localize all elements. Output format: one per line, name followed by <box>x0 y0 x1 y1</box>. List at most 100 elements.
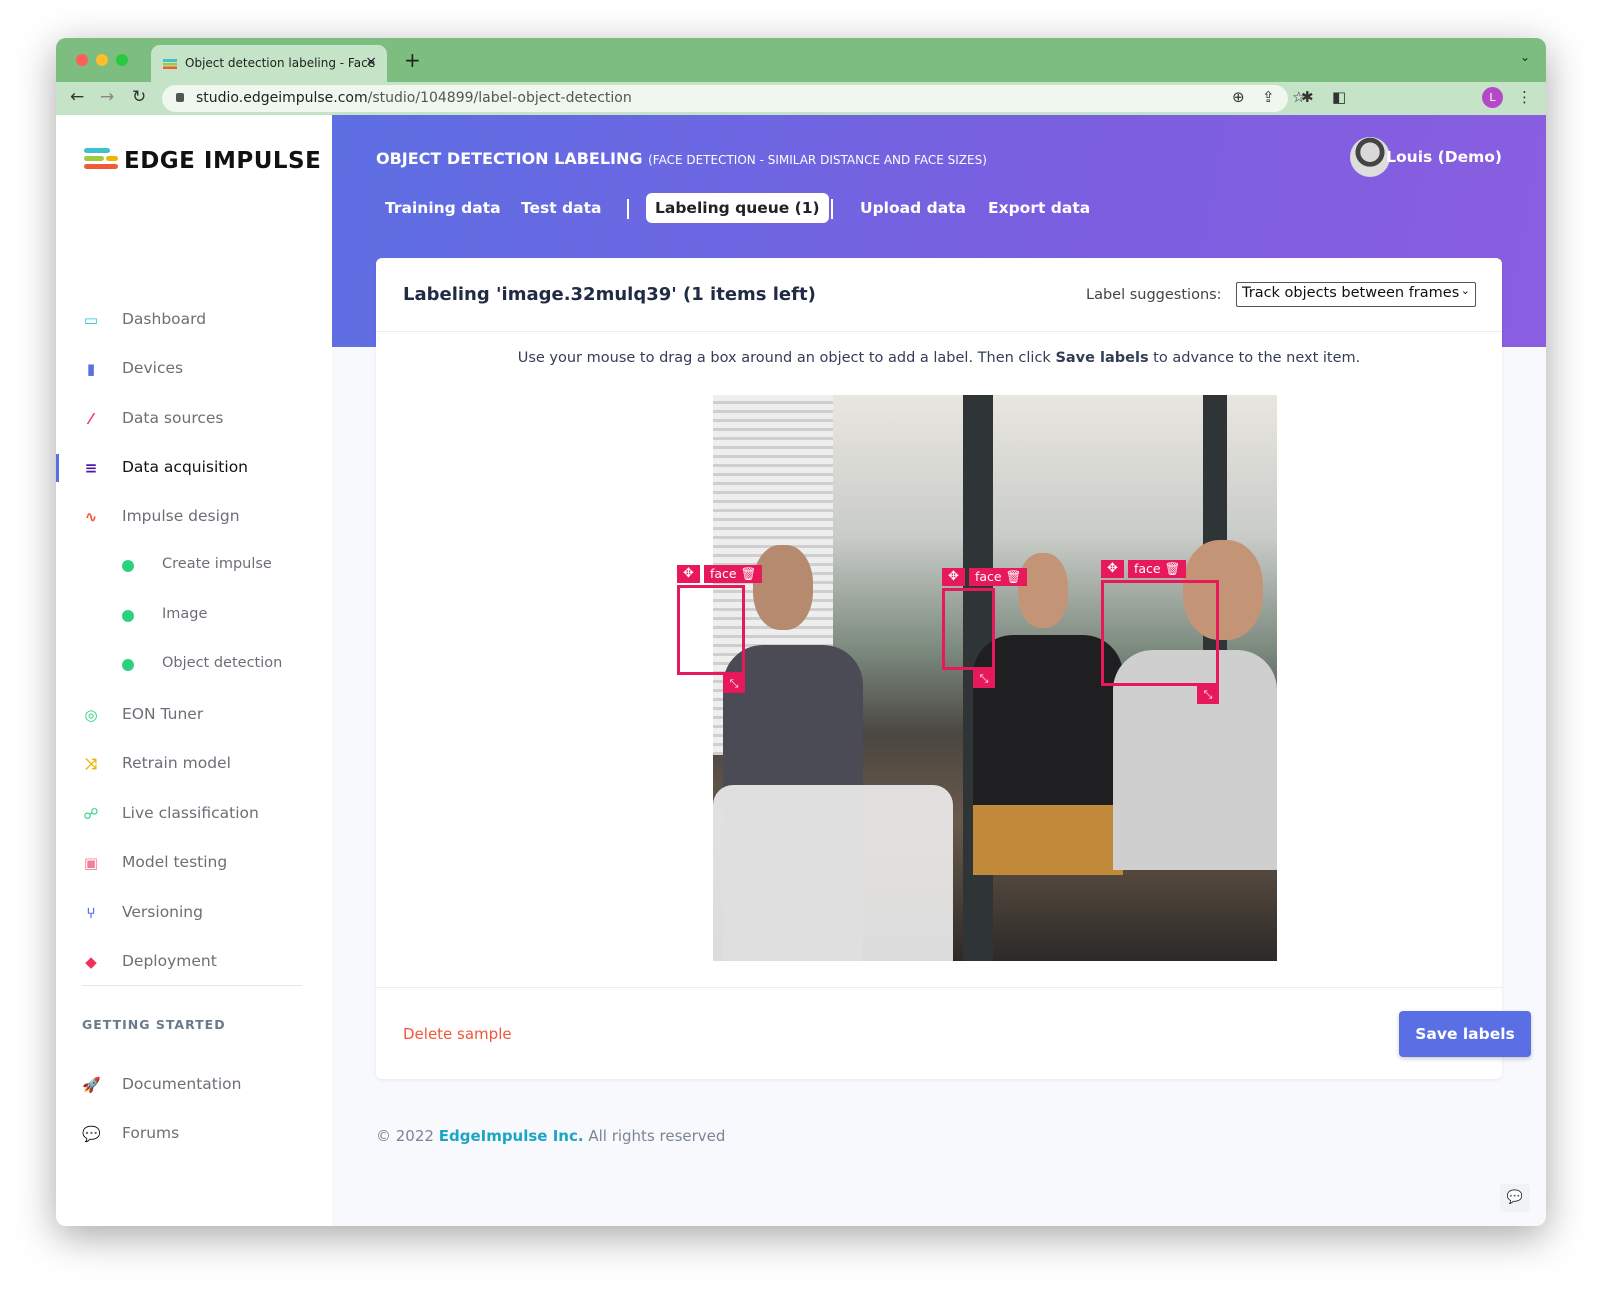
sidebar-item-impulse-design[interactable]: ∿ Impulse design <box>56 497 332 537</box>
address-bar[interactable]: studio.edgeimpulse.com/studio/104899/lab… <box>162 85 1305 112</box>
box-label[interactable]: face 🗑 <box>704 565 763 583</box>
bounding-box[interactable] <box>677 585 745 675</box>
sidebar-item-eon-tuner[interactable]: ◎ EON Tuner <box>56 695 332 735</box>
user-name[interactable]: Louis (Demo) <box>1386 148 1502 166</box>
share-icon[interactable]: ⇪ <box>1262 88 1275 106</box>
menu-kebab-icon[interactable]: ⋮ <box>1517 88 1532 106</box>
move-icon[interactable]: ✥ <box>1101 560 1124 578</box>
close-tab-icon[interactable]: × <box>365 54 377 70</box>
back-icon[interactable]: ← <box>70 87 84 107</box>
box-label-text: face <box>710 566 737 581</box>
save-labels-button[interactable]: Save labels <box>1399 1011 1531 1057</box>
move-icon[interactable]: ✥ <box>677 565 700 583</box>
sidebar-item-dashboard[interactable]: ▭ Dashboard <box>56 300 332 340</box>
sidebar-item-documentation[interactable]: 🚀 Documentation <box>56 1065 332 1105</box>
label-suggestions-select[interactable]: Track objects between frames ⌄ <box>1236 282 1476 307</box>
tab-labeling-queue[interactable]: Labeling queue (1) <box>646 193 829 223</box>
footer-copyright: © 2022 EdgeImpulse Inc. All rights reser… <box>376 1127 726 1145</box>
sidebar-item-label: Deployment <box>122 952 217 970</box>
new-tab-button[interactable]: + <box>404 48 421 72</box>
sidebar-item-label: Documentation <box>122 1075 242 1093</box>
sidebar-item-object-detection[interactable]: Object detection <box>56 645 332 685</box>
tab-upload-data[interactable]: Upload data <box>851 193 975 223</box>
sidebar-item-label: Forums <box>122 1124 180 1142</box>
user-avatar[interactable] <box>1350 137 1390 177</box>
forward-icon[interactable]: → <box>100 87 114 107</box>
bounding-box[interactable] <box>942 588 995 670</box>
bounding-box[interactable] <box>1101 580 1219 686</box>
sidebar-item-label: Versioning <box>122 903 203 921</box>
sidebar-item-data-sources[interactable]: ⁄ Data sources <box>56 399 332 439</box>
sidebar-item-label: Devices <box>122 359 184 377</box>
tab-separator <box>627 199 629 219</box>
profile-avatar[interactable]: L <box>1482 87 1503 108</box>
sidebar-item-data-acquisition[interactable]: ≡ Data acquisition <box>56 448 332 488</box>
sidebar-item-retrain-model[interactable]: ⤨ Retrain model <box>56 744 332 784</box>
sidebar-item-create-impulse[interactable]: Create impulse <box>56 546 332 586</box>
git-branch-icon: ⑂ <box>86 904 96 922</box>
tab-search-chevron-icon[interactable]: ⌄ <box>1520 50 1530 64</box>
tab-training-data[interactable]: Training data <box>376 193 510 223</box>
box-label[interactable]: face 🗑 <box>969 568 1028 586</box>
getting-started-heading: GETTING STARTED <box>82 1017 226 1032</box>
shuffle-icon: ⤨ <box>84 755 97 773</box>
pulse-icon: ∿ <box>84 508 98 526</box>
sidebar-item-label: Object detection <box>162 655 283 671</box>
sidebar-item-deployment[interactable]: ◆ Deployment <box>56 942 332 982</box>
sidebar-item-model-testing[interactable]: ▣ Model testing <box>56 843 332 883</box>
compass-icon: ◎ <box>84 706 98 724</box>
resize-handle-icon[interactable]: ⤡ <box>723 675 745 693</box>
box-label-text: face <box>975 569 1002 584</box>
sidebar-item-label: Data sources <box>122 409 224 427</box>
minimize-window-button[interactable] <box>96 54 108 66</box>
page-title: OBJECT DETECTION LABELING (FACE DETECTIO… <box>376 149 987 168</box>
rocket-icon: 🚀 <box>82 1076 101 1094</box>
edge-impulse-favicon-icon <box>163 59 177 69</box>
company-link[interactable]: EdgeImpulse Inc. <box>439 1127 584 1145</box>
edge-impulse-logo[interactable]: EDGE IMPULSE <box>84 148 321 174</box>
box-label[interactable]: face 🗑 <box>1128 560 1187 578</box>
sidebar-item-live-classification[interactable]: ☍ Live classification <box>56 794 332 834</box>
tab-title: Object detection labeling - Face <box>185 56 376 70</box>
status-dot-icon <box>122 659 134 671</box>
maximize-window-button[interactable] <box>116 54 128 66</box>
tab-export-data[interactable]: Export data <box>979 193 1099 223</box>
cube-icon: ◆ <box>85 953 97 971</box>
sidebar: EDGE IMPULSE ▭ Dashboard ▮ Devices ⁄ Data sou… <box>56 115 332 1226</box>
sidebar-item-label: Data acquisition <box>122 458 248 476</box>
browser-tab[interactable]: Object detection labeling - Face × <box>151 45 387 82</box>
resize-handle-icon[interactable]: ⤡ <box>973 670 995 688</box>
feedback-icon[interactable]: 💬 <box>1500 1184 1530 1212</box>
sidebar-item-label: Model testing <box>122 853 228 871</box>
card-title: Labeling 'image.32mulq39' (1 items left) <box>403 284 816 305</box>
reload-icon[interactable]: ↻ <box>132 87 146 107</box>
url-path: /studio/104899/label-object-detection <box>367 90 632 106</box>
move-icon[interactable]: ✥ <box>942 568 965 586</box>
sidebar-item-forums[interactable]: 💬 Forums <box>56 1114 332 1154</box>
sidebar-item-versioning[interactable]: ⑂ Versioning <box>56 893 332 933</box>
delete-sample-link[interactable]: Delete sample <box>403 1025 512 1043</box>
side-panel-icon[interactable]: ◧ <box>1332 88 1346 106</box>
sidebar-item-label: Create impulse <box>162 556 272 572</box>
sidebar-item-label: Dashboard <box>122 310 207 328</box>
extensions-icon[interactable]: ✱ <box>1301 88 1314 106</box>
zoom-icon[interactable]: ⊕ <box>1232 88 1245 106</box>
box-label-text: face <box>1134 561 1161 576</box>
close-window-button[interactable] <box>76 54 88 66</box>
tab-test-data[interactable]: Test data <box>512 193 610 223</box>
sidebar-item-label: EON Tuner <box>122 705 204 723</box>
card-header: Labeling 'image.32mulq39' (1 items left)… <box>376 258 1502 332</box>
sidebar-item-label: Impulse design <box>122 507 240 525</box>
network-icon: ☍ <box>83 805 99 823</box>
trash-icon[interactable]: 🗑 <box>1161 561 1181 576</box>
monitor-icon: ▭ <box>83 311 99 329</box>
url-host: studio.edgeimpulse.com <box>196 90 368 106</box>
trash-icon[interactable]: 🗑 <box>1002 569 1022 584</box>
sidebar-item-label: Image <box>162 606 208 622</box>
sidebar-item-image[interactable]: Image <box>56 596 332 636</box>
resize-handle-icon[interactable]: ⤡ <box>1197 686 1219 704</box>
sidebar-item-label: Retrain model <box>122 754 231 772</box>
label-suggestions-label: Label suggestions: <box>1086 287 1222 303</box>
trash-icon[interactable]: 🗑 <box>737 566 757 581</box>
sidebar-item-devices[interactable]: ▮ Devices <box>56 349 332 389</box>
